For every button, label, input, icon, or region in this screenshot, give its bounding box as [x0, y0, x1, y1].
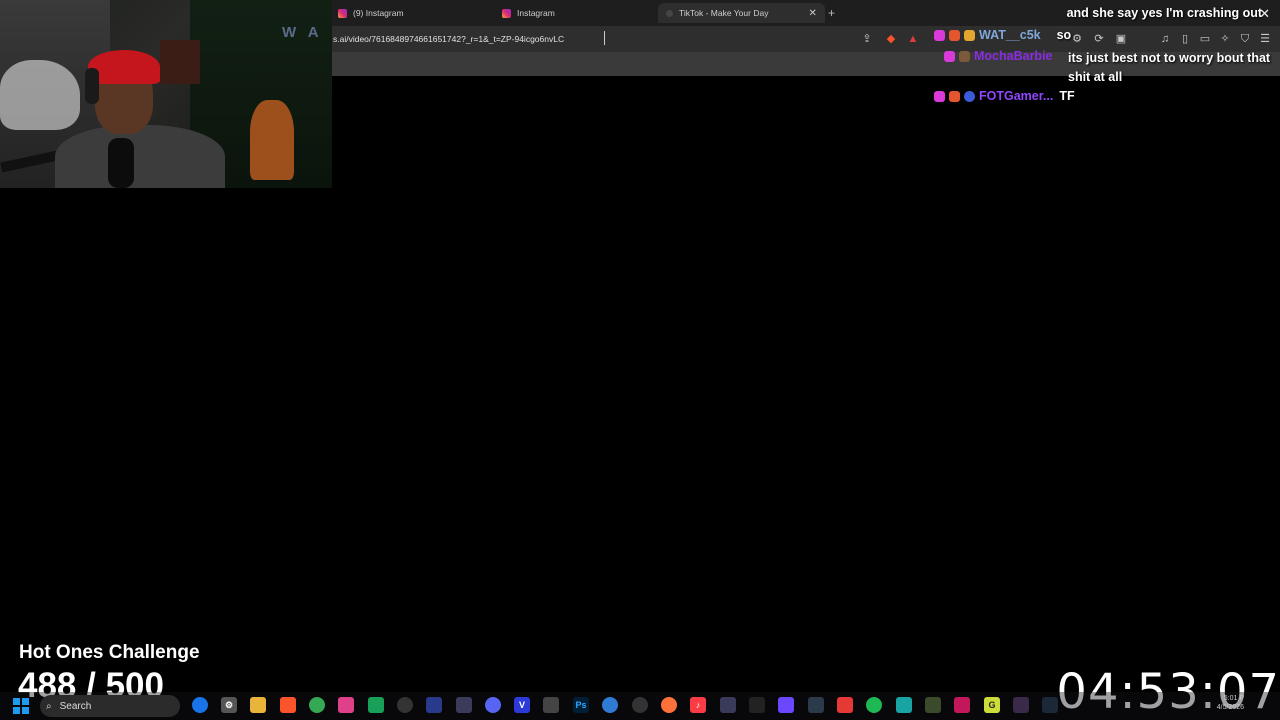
- edge-icon[interactable]: [192, 697, 208, 713]
- brave-rewards-icon[interactable]: ▲: [906, 32, 920, 46]
- toy-figure: [250, 100, 294, 180]
- spotify-icon[interactable]: [866, 697, 882, 713]
- app-icon[interactable]: [749, 697, 765, 713]
- windows-start-icon[interactable]: [13, 698, 29, 714]
- chat-message-text: and she say yes I'm crashing out: [1066, 6, 1262, 20]
- app-icon[interactable]: [368, 697, 384, 713]
- brave-icon[interactable]: [280, 697, 296, 713]
- text-cursor: [604, 31, 605, 45]
- discord-icon[interactable]: [485, 697, 501, 713]
- chat-message: WAT__c5k so: [934, 28, 1071, 42]
- taskbar-search[interactable]: ⌕ Search: [40, 695, 180, 717]
- gamepad-icon[interactable]: [456, 697, 472, 713]
- webcam-overlay-letters: W A: [282, 24, 323, 41]
- app-icon[interactable]: [925, 697, 941, 713]
- chrome-icon[interactable]: [309, 697, 325, 713]
- obs-icon[interactable]: [397, 697, 413, 713]
- app-icon[interactable]: [543, 697, 559, 713]
- tab-instagram-1[interactable]: (9) Instagram: [338, 3, 404, 23]
- photoshop-icon[interactable]: Ps: [573, 697, 589, 713]
- music-icon[interactable]: ♪: [690, 697, 706, 713]
- steam-icon[interactable]: [1042, 697, 1058, 713]
- instagram-icon: [502, 8, 511, 18]
- app-icon[interactable]: [808, 697, 824, 713]
- app-icon[interactable]: [896, 697, 912, 713]
- chat-username: WAT__c5k: [979, 28, 1041, 42]
- chat-message-text: so: [1056, 28, 1072, 42]
- badge-icon: [959, 51, 970, 62]
- brave-shields-icon[interactable]: ◆: [884, 32, 898, 46]
- app-icon[interactable]: [632, 697, 648, 713]
- chat-message: MochaBarbie its just best not to worry b…: [944, 49, 1274, 87]
- tab-tiktok[interactable]: TikTok - Make Your Day ✕: [658, 3, 825, 23]
- tab-label: TikTok - Make Your Day: [679, 8, 769, 18]
- clock-date: 4/5/2026: [1216, 704, 1244, 711]
- chat-message: FOTGamer... TF: [934, 89, 1075, 103]
- firefox-icon[interactable]: [661, 697, 677, 713]
- close-icon[interactable]: ✕: [1259, 6, 1270, 22]
- app-icon[interactable]: [602, 697, 618, 713]
- chat-username: MochaBarbie: [974, 49, 1053, 63]
- address-bar[interactable]: s.ai/video/7616848974661651742?_r=1&_t=Z…: [332, 31, 923, 47]
- file-explorer-icon[interactable]: [250, 697, 266, 713]
- badge-icon: [949, 90, 960, 102]
- app-icon[interactable]: [778, 697, 794, 713]
- webcam-feed: W A: [0, 0, 332, 188]
- system-clock[interactable]: 5:01 P 4/5/2026: [1217, 694, 1244, 712]
- chat-message-text: its just best not to worry bout that shi…: [1068, 51, 1271, 84]
- search-label: Search: [59, 700, 92, 712]
- challenge-title: Hot Ones Challenge: [19, 642, 200, 663]
- microphone: [108, 138, 134, 188]
- sub-badge-icon: [944, 51, 955, 62]
- app-icon[interactable]: [954, 697, 970, 713]
- gift-badge-icon: [964, 29, 975, 41]
- chat-username: FOTGamer...: [979, 89, 1054, 103]
- share-icon[interactable]: ⇪: [860, 32, 874, 46]
- tab-label: (9) Instagram: [353, 8, 404, 18]
- badge-icon: [949, 29, 960, 41]
- chat-message-text: TF: [1059, 89, 1075, 103]
- badge-icon: [964, 90, 975, 102]
- app-icon[interactable]: [837, 697, 853, 713]
- new-tab-button[interactable]: +: [828, 6, 835, 20]
- instagram-icon: [338, 8, 347, 18]
- tab-label: Instagram: [517, 8, 555, 18]
- stream-chat-overlay: and she say yes I'm crashing out ✕ WAT__…: [932, 0, 1280, 110]
- sub-badge-icon: [934, 90, 945, 102]
- close-tab-icon[interactable]: ✕: [808, 8, 816, 19]
- tiktok-icon: [666, 9, 673, 17]
- app-icon[interactable]: [338, 697, 354, 713]
- tab-instagram-2[interactable]: Instagram: [502, 3, 555, 23]
- search-icon: ⌕: [46, 700, 52, 712]
- taskbar: ⌕ Search ⚙ V Ps ♪ G: [0, 692, 1280, 720]
- app-v-icon[interactable]: V: [514, 697, 530, 713]
- clock-time: 5:01 P: [1223, 695, 1244, 702]
- chat-message: and she say yes I'm crashing out: [1067, 6, 1280, 20]
- app-icon[interactable]: [426, 697, 442, 713]
- app-g-icon[interactable]: G: [984, 697, 1000, 713]
- settings-icon[interactable]: ⚙: [221, 697, 237, 713]
- app-icon[interactable]: [1013, 697, 1029, 713]
- sub-badge-icon: [934, 29, 945, 41]
- app-icon[interactable]: [720, 697, 736, 713]
